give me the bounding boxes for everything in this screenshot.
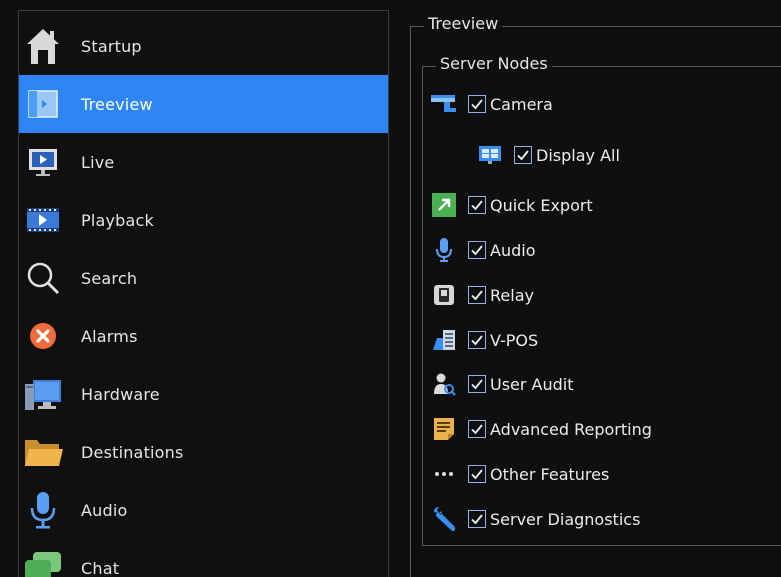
display-all-label: Display All <box>536 145 620 165</box>
sidebar-item-label: Treeview <box>81 94 153 114</box>
microphone-icon <box>21 488 65 532</box>
home-icon <box>21 24 65 68</box>
camera-icon <box>430 91 458 117</box>
option-user-audit: User Audit <box>430 369 574 399</box>
vpos-register-icon <box>430 327 458 353</box>
audio-label: Audio <box>490 240 536 260</box>
camera-checkbox[interactable] <box>468 95 486 113</box>
sidebar-item-live[interactable]: Live <box>19 133 388 191</box>
sidebar-item-audio[interactable]: Audio <box>19 481 388 539</box>
live-monitor-icon <box>21 140 65 184</box>
sidebar-item-label: Chat <box>81 558 120 577</box>
user-audit-icon <box>430 371 458 397</box>
relay-icon <box>430 282 458 308</box>
sidebar-item-chat[interactable]: Chat <box>19 539 388 577</box>
sidebar-item-label: Live <box>81 152 115 172</box>
audio-checkbox[interactable] <box>468 241 486 259</box>
sidebar-item-hardware[interactable]: Hardware <box>19 365 388 423</box>
sidebar-item-destinations[interactable]: Destinations <box>19 423 388 481</box>
sidebar-item-startup[interactable]: Startup <box>19 17 388 75</box>
camera-label: Camera <box>490 94 553 114</box>
option-relay: Relay <box>430 280 534 310</box>
option-camera: Camera <box>430 89 553 119</box>
relay-label: Relay <box>490 285 534 305</box>
sidebar-item-label: Audio <box>81 500 128 520</box>
search-icon <box>21 256 65 300</box>
v-pos-label: V-POS <box>490 330 539 350</box>
sidebar-nav: Startup Treeview Live Playback Search Al… <box>18 10 389 577</box>
user-audit-label: User Audit <box>490 374 574 394</box>
chat-icon <box>21 546 65 577</box>
wrench-icon <box>430 506 458 532</box>
alarm-x-icon <box>21 314 65 358</box>
option-quick-export: Quick Export <box>430 190 593 220</box>
quick-export-label: Quick Export <box>490 195 593 215</box>
server-diagnostics-label: Server Diagnostics <box>490 509 641 529</box>
option-advanced-reporting: Advanced Reporting <box>430 414 652 444</box>
display-all-checkbox[interactable] <box>514 146 532 164</box>
option-audio: Audio <box>430 235 535 265</box>
ellipsis-icon <box>430 461 458 487</box>
option-other-features: Other Features <box>430 459 609 489</box>
sidebar-item-label: Search <box>81 268 138 288</box>
sidebar-item-treeview[interactable]: Treeview <box>19 75 388 133</box>
quick-export-icon <box>430 192 458 218</box>
report-icon <box>430 416 458 442</box>
display-grid-icon <box>476 142 504 168</box>
playback-film-icon <box>21 198 65 242</box>
option-display-all: Display All <box>476 140 620 170</box>
sidebar-item-playback[interactable]: Playback <box>19 191 388 249</box>
sidebar-item-label: Hardware <box>81 384 160 404</box>
advanced-reporting-label: Advanced Reporting <box>490 419 652 439</box>
quick-export-checkbox[interactable] <box>468 196 486 214</box>
option-v-pos: V-POS <box>430 325 538 355</box>
server-nodes-group-title: Server Nodes <box>436 54 552 73</box>
v-pos-checkbox[interactable] <box>468 331 486 349</box>
other-features-label: Other Features <box>490 464 610 484</box>
user-audit-checkbox[interactable] <box>468 375 486 393</box>
sidebar-item-label: Alarms <box>81 326 138 346</box>
microphone-icon <box>430 237 458 263</box>
hardware-computer-icon <box>21 372 65 416</box>
sidebar-item-search[interactable]: Search <box>19 249 388 307</box>
folder-icon <box>21 430 65 474</box>
server-diagnostics-checkbox[interactable] <box>468 510 486 528</box>
advanced-reporting-checkbox[interactable] <box>468 420 486 438</box>
treeview-group-title: Treeview <box>424 14 503 33</box>
sidebar-item-alarms[interactable]: Alarms <box>19 307 388 365</box>
option-server-diagnostics: Server Diagnostics <box>430 504 640 534</box>
other-features-checkbox[interactable] <box>468 465 486 483</box>
sidebar-item-label: Playback <box>81 210 154 230</box>
relay-checkbox[interactable] <box>468 286 486 304</box>
sidebar-item-label: Startup <box>81 36 142 56</box>
sidebar-item-label: Destinations <box>81 442 184 462</box>
treeview-icon <box>21 82 65 126</box>
